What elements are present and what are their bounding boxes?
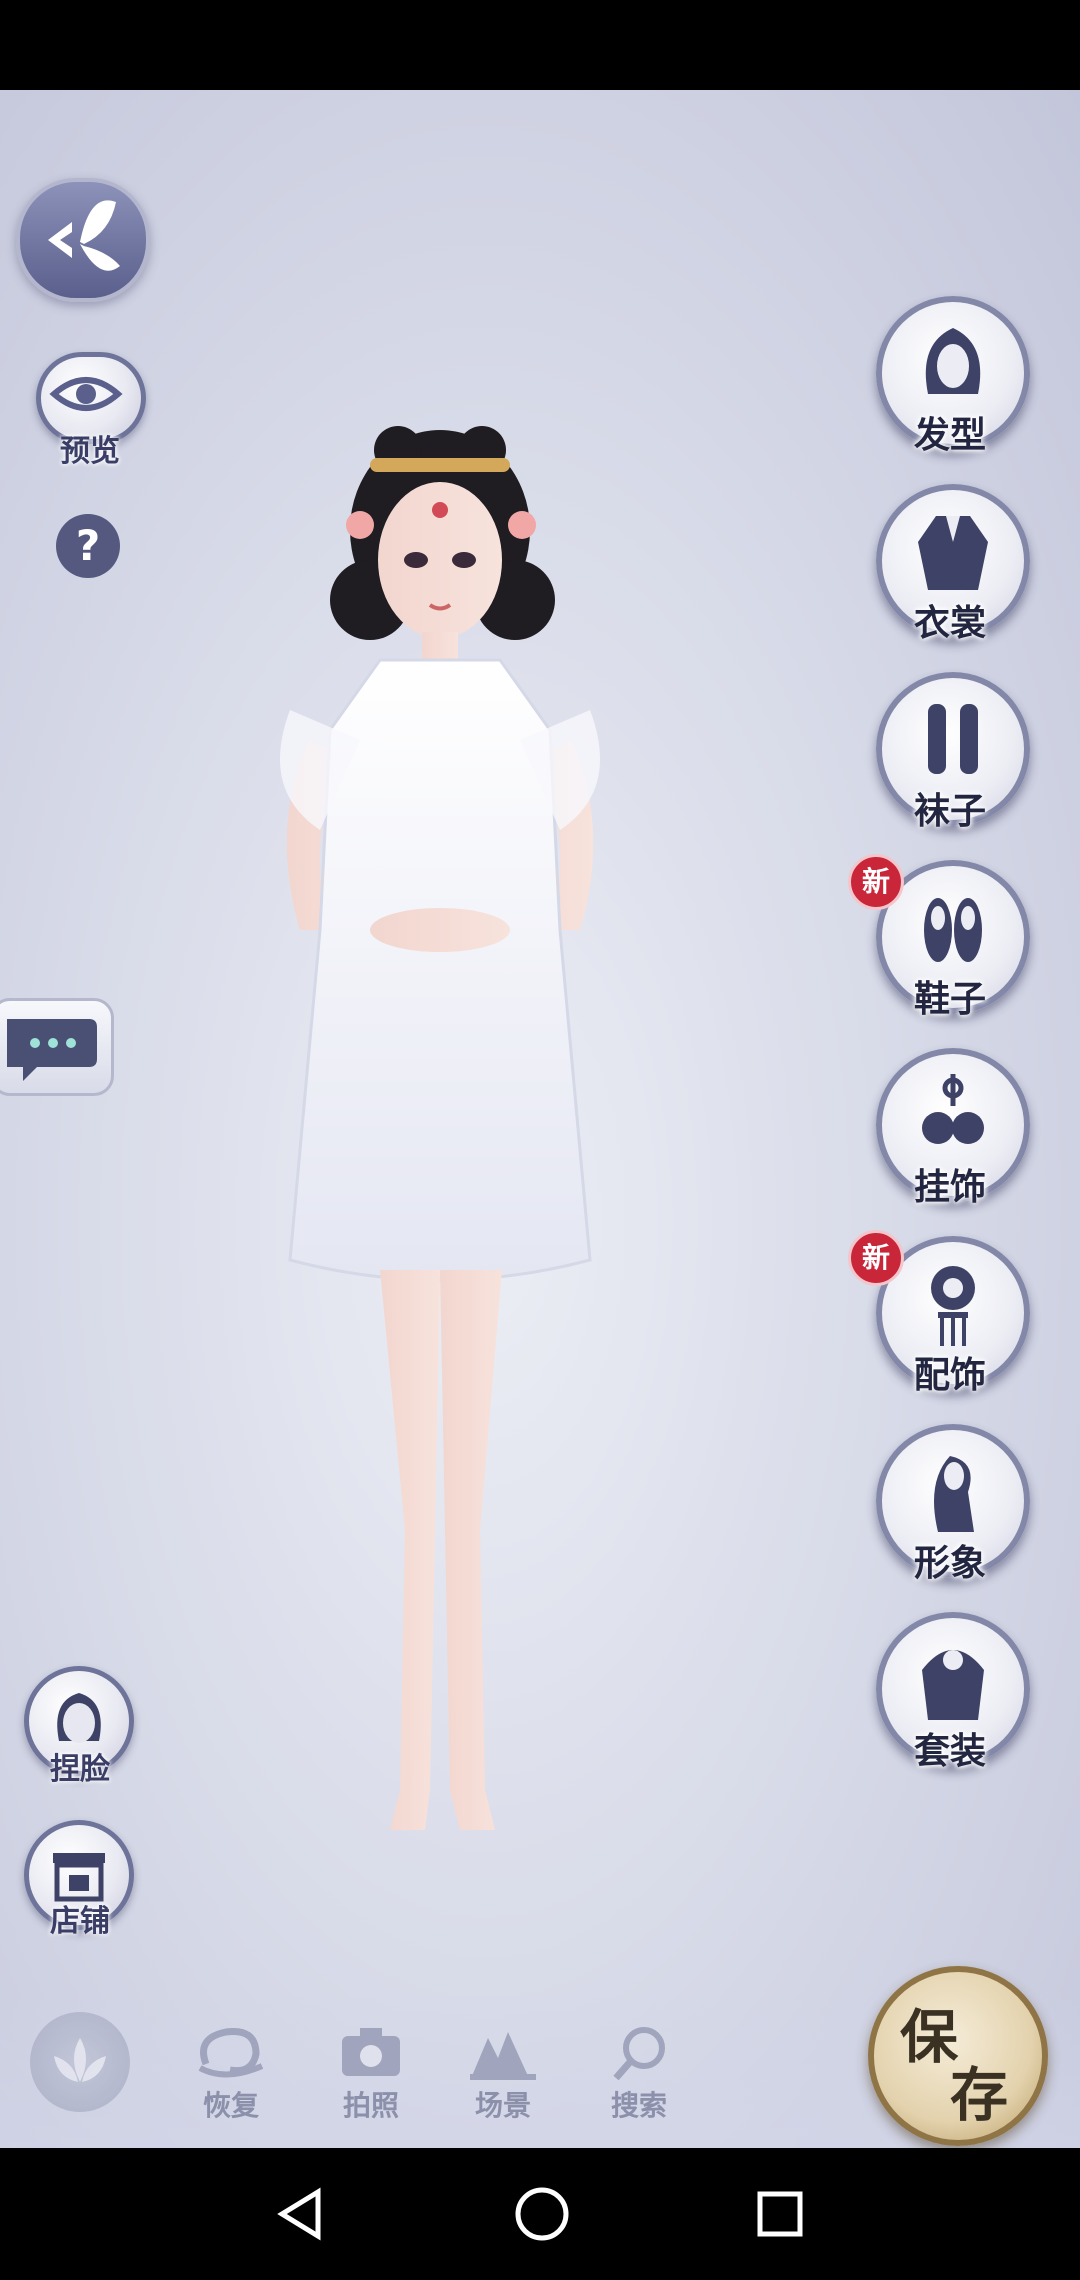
outfit-set-icon — [922, 1650, 984, 1720]
image-icon — [934, 1456, 974, 1532]
category-label: 配饰 — [914, 1354, 987, 1396]
accessory-icon — [931, 1266, 975, 1346]
category-shoes[interactable]: 新 鞋子 — [848, 854, 1030, 1020]
socks-icon — [928, 704, 978, 774]
category-hairstyle[interactable]: 发型 — [876, 296, 1030, 456]
chat-bubble-icon — [7, 1019, 97, 1081]
pendant-icon — [922, 1074, 984, 1144]
new-badge: 新 — [848, 1230, 904, 1286]
lotus-icon — [54, 2038, 106, 2082]
system-navigation-bar — [0, 2148, 1080, 2280]
photo-label: 拍照 — [342, 2089, 399, 2122]
search-icon — [613, 2027, 665, 2081]
scene-button[interactable]: 场景 — [448, 2018, 558, 2138]
category-clothes[interactable]: 衣裳 — [876, 484, 1030, 644]
category-label: 套装 — [914, 1730, 987, 1772]
category-pendant[interactable]: 挂饰 — [876, 1048, 1030, 1208]
shop-label: 店铺 — [50, 1904, 110, 1939]
restore-button[interactable]: 恢复 — [176, 2018, 286, 2138]
status-bar — [0, 0, 1080, 90]
preview-label: 预览 — [60, 434, 120, 469]
lotus-button[interactable] — [30, 2012, 130, 2112]
photo-button[interactable]: 拍照 — [316, 2018, 426, 2138]
butterfly-back-icon — [48, 200, 120, 271]
category-label: 鞋子 — [914, 978, 987, 1020]
category-label: 形象 — [914, 1542, 987, 1584]
character-model[interactable] — [230, 410, 650, 1970]
chat-button[interactable] — [0, 998, 114, 1096]
new-badge: 新 — [848, 854, 904, 910]
category-label: 衣裳 — [914, 602, 987, 644]
category-accessory[interactable]: 新 配饰 — [848, 1230, 1030, 1396]
clothes-icon — [918, 516, 988, 590]
hairstyle-icon — [925, 328, 981, 394]
back-triangle-icon[interactable] — [274, 2186, 326, 2242]
camera-icon — [342, 2028, 400, 2076]
category-outfit-set[interactable]: 套装 — [876, 1612, 1030, 1772]
category-socks[interactable]: 袜子 — [876, 672, 1030, 832]
category-image[interactable]: 形象 — [876, 1424, 1030, 1584]
category-label: 挂饰 — [914, 1166, 987, 1208]
restore-label: 恢复 — [202, 2089, 259, 2122]
restore-icon — [198, 2027, 264, 2078]
back-button[interactable] — [16, 178, 150, 302]
search-label: 搜索 — [610, 2089, 667, 2122]
help-button[interactable]: ? — [56, 514, 120, 578]
category-label: 发型 — [914, 414, 987, 456]
shoes-icon — [924, 898, 982, 962]
home-circle-icon[interactable] — [512, 2184, 572, 2244]
save-button[interactable]: 保 存 — [868, 1966, 1048, 2146]
face-edit-label: 捏脸 — [50, 1752, 110, 1787]
recents-square-icon[interactable] — [754, 2188, 806, 2240]
scene-label: 场景 — [474, 2089, 531, 2122]
dressing-stage: 预览 ? 捏脸 店铺 发型 衣裳 袜子 新 鞋子 挂饰 新 配饰 形象 套装 恢… — [0, 90, 1080, 2148]
category-label: 袜子 — [914, 790, 987, 832]
save-label-char2: 存 — [950, 2061, 1009, 2129]
eye-icon — [49, 377, 123, 411]
search-button[interactable]: 搜索 — [584, 2018, 694, 2138]
scene-mountain-icon — [470, 2032, 536, 2080]
